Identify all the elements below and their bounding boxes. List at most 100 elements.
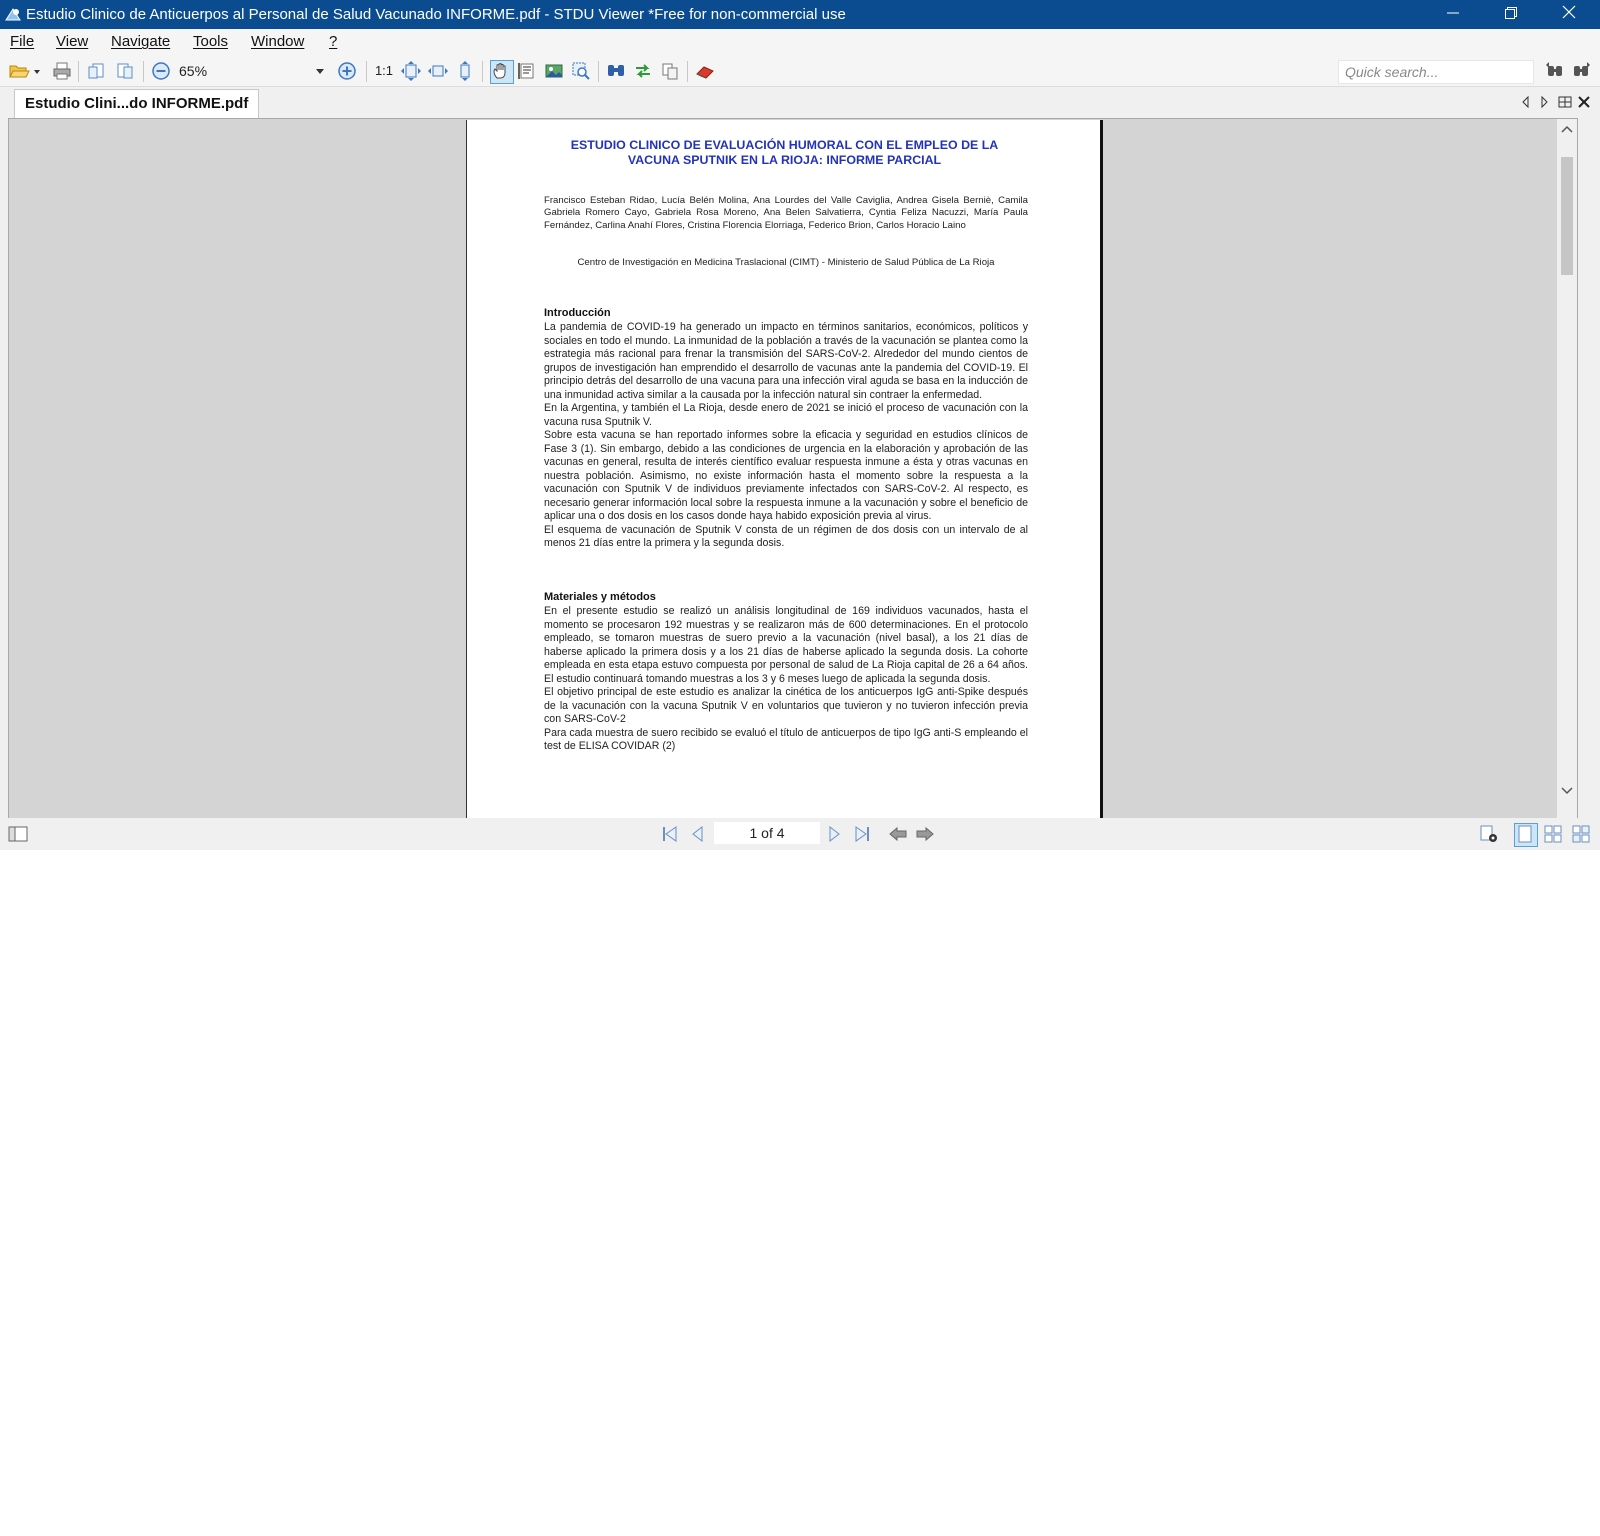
last-page-button[interactable] — [852, 824, 872, 844]
single-page-view-button[interactable] — [1514, 823, 1538, 847]
last-page-icon — [852, 824, 872, 844]
page-gear-icon — [1479, 824, 1499, 844]
snapshot-button[interactable] — [544, 61, 564, 81]
fit-height-icon — [455, 61, 475, 81]
restore-button[interactable] — [1482, 0, 1540, 29]
first-page-button[interactable] — [660, 824, 680, 844]
fit-page-icon — [401, 61, 421, 81]
paragraph: Para cada muestra de suero recibido se e… — [544, 726, 1028, 753]
menu-tools[interactable]: Tools — [193, 33, 228, 50]
section-heading-materiales: Materiales y métodos — [544, 591, 656, 603]
scrollbar-thumb[interactable] — [1561, 157, 1573, 275]
page-previous-icon — [86, 61, 106, 81]
paragraph: El esquema de vacunación de Sputnik V co… — [544, 523, 1028, 550]
minimize-icon — [1447, 6, 1459, 24]
zoom-select[interactable]: 65% — [175, 60, 330, 82]
zoom-in-icon — [337, 61, 357, 81]
chevron-right-icon — [824, 824, 844, 844]
next-page-nav-button[interactable] — [824, 824, 844, 844]
close-button[interactable] — [1540, 0, 1598, 29]
find-replace-button[interactable] — [633, 61, 653, 81]
paragraph: En el presente estudio se realizó un aná… — [544, 605, 1028, 685]
app-icon — [4, 6, 22, 24]
paragraph: El objetivo principal de este estudio es… — [544, 686, 1028, 725]
tab-document[interactable]: Estudio Clini...do INFORME.pdf — [14, 89, 260, 118]
close-icon — [1562, 5, 1576, 24]
copy-button[interactable] — [660, 61, 680, 81]
grid-icon — [1557, 96, 1573, 114]
binoculars-right-icon — [1571, 61, 1591, 81]
hand-tool-button[interactable] — [490, 60, 514, 84]
continuous-view-button[interactable] — [1543, 824, 1563, 844]
paragraph: La pandemia de COVID-19 ha generado un i… — [544, 321, 1028, 401]
sidebar-toggle-icon — [8, 824, 28, 844]
zoom-in-button[interactable] — [337, 61, 357, 81]
page-number-field[interactable]: 1 of 4 — [714, 822, 820, 844]
menu-view[interactable]: View — [56, 33, 88, 50]
quick-search-input[interactable] — [1339, 61, 1533, 83]
minimize-button[interactable] — [1424, 0, 1482, 29]
menu-navigate[interactable]: Navigate — [111, 33, 170, 50]
tab-close-button[interactable] — [1576, 94, 1592, 110]
fit-width-icon — [428, 61, 448, 81]
menu-window[interactable]: Window — [251, 33, 304, 50]
zoom-out-button[interactable] — [151, 61, 171, 81]
hand-icon — [491, 61, 513, 81]
facing-pages-icon — [1571, 824, 1591, 844]
arrow-left-icon — [888, 824, 908, 844]
section-heading-introduccion: Introducción — [544, 307, 611, 319]
toolbar-separator — [366, 61, 367, 82]
page-settings-button[interactable] — [1479, 824, 1499, 844]
text-select-button[interactable] — [517, 61, 537, 81]
menu-help[interactable]: ? — [329, 33, 337, 50]
document-title-line2: VACUNA SPUTNIK EN LA RIOJA: INFORME PARC… — [627, 153, 942, 167]
title-bar: Estudio Clinico de Anticuerpos al Person… — [0, 0, 1600, 29]
fit-width-button[interactable] — [428, 61, 448, 81]
previous-page-button[interactable] — [86, 61, 106, 81]
text-select-icon — [517, 61, 537, 81]
status-bar: 1 of 4 — [0, 818, 1600, 850]
document-tab-bar: Estudio Clini...do INFORME.pdf — [0, 87, 1600, 118]
toolbar-separator — [482, 61, 483, 82]
vertical-scrollbar[interactable] — [1557, 119, 1577, 818]
menu-file[interactable]: File — [10, 33, 34, 50]
prev-page-button[interactable] — [688, 824, 708, 844]
copy-icon — [660, 61, 680, 81]
quick-search[interactable] — [1338, 60, 1534, 84]
tab-scroll-left-button[interactable] — [1518, 94, 1534, 110]
history-forward-button[interactable] — [915, 824, 935, 844]
document-authors: Francisco Esteban Ridao, Lucía Belén Mol… — [544, 195, 1028, 231]
open-button[interactable] — [8, 61, 42, 81]
binoculars-icon — [606, 61, 626, 81]
zoom-value: 65% — [179, 63, 208, 79]
document-affiliation: Centro de Investigación en Medicina Tras… — [577, 257, 995, 268]
toolbar-separator — [598, 61, 599, 82]
first-page-icon — [660, 824, 680, 844]
zoom-tool-icon — [571, 61, 591, 81]
history-back-button[interactable] — [888, 824, 908, 844]
fit-height-button[interactable] — [455, 61, 475, 81]
tab-list-button[interactable] — [1557, 94, 1573, 110]
toggle-sidebar-button[interactable] — [8, 824, 28, 844]
page-next-icon — [115, 61, 135, 81]
document-viewer[interactable]: ESTUDIO CLINICO DE EVALUACIÓN HUMORAL CO… — [8, 118, 1578, 819]
next-page-button[interactable] — [115, 61, 135, 81]
chevron-right-icon — [1536, 95, 1552, 114]
actual-size-button[interactable]: 1:1 — [374, 61, 394, 81]
chevron-down-icon — [316, 69, 324, 74]
facing-view-button[interactable] — [1571, 824, 1591, 844]
toolbar: 65% 1:1 — [0, 56, 1600, 87]
search-next-button[interactable] — [1571, 61, 1591, 81]
toolbar-separator — [78, 61, 79, 82]
highlight-button[interactable] — [695, 61, 715, 81]
scroll-up-icon[interactable] — [1560, 123, 1574, 137]
chevron-left-icon — [1518, 95, 1534, 114]
scroll-down-icon[interactable] — [1560, 783, 1574, 797]
find-button[interactable] — [606, 61, 626, 81]
print-button[interactable] — [52, 61, 72, 81]
search-previous-button[interactable] — [1545, 61, 1565, 81]
single-page-icon — [1515, 824, 1537, 844]
zoom-tool-button[interactable] — [571, 61, 591, 81]
fit-page-button[interactable] — [401, 61, 421, 81]
tab-scroll-right-button[interactable] — [1536, 94, 1552, 110]
